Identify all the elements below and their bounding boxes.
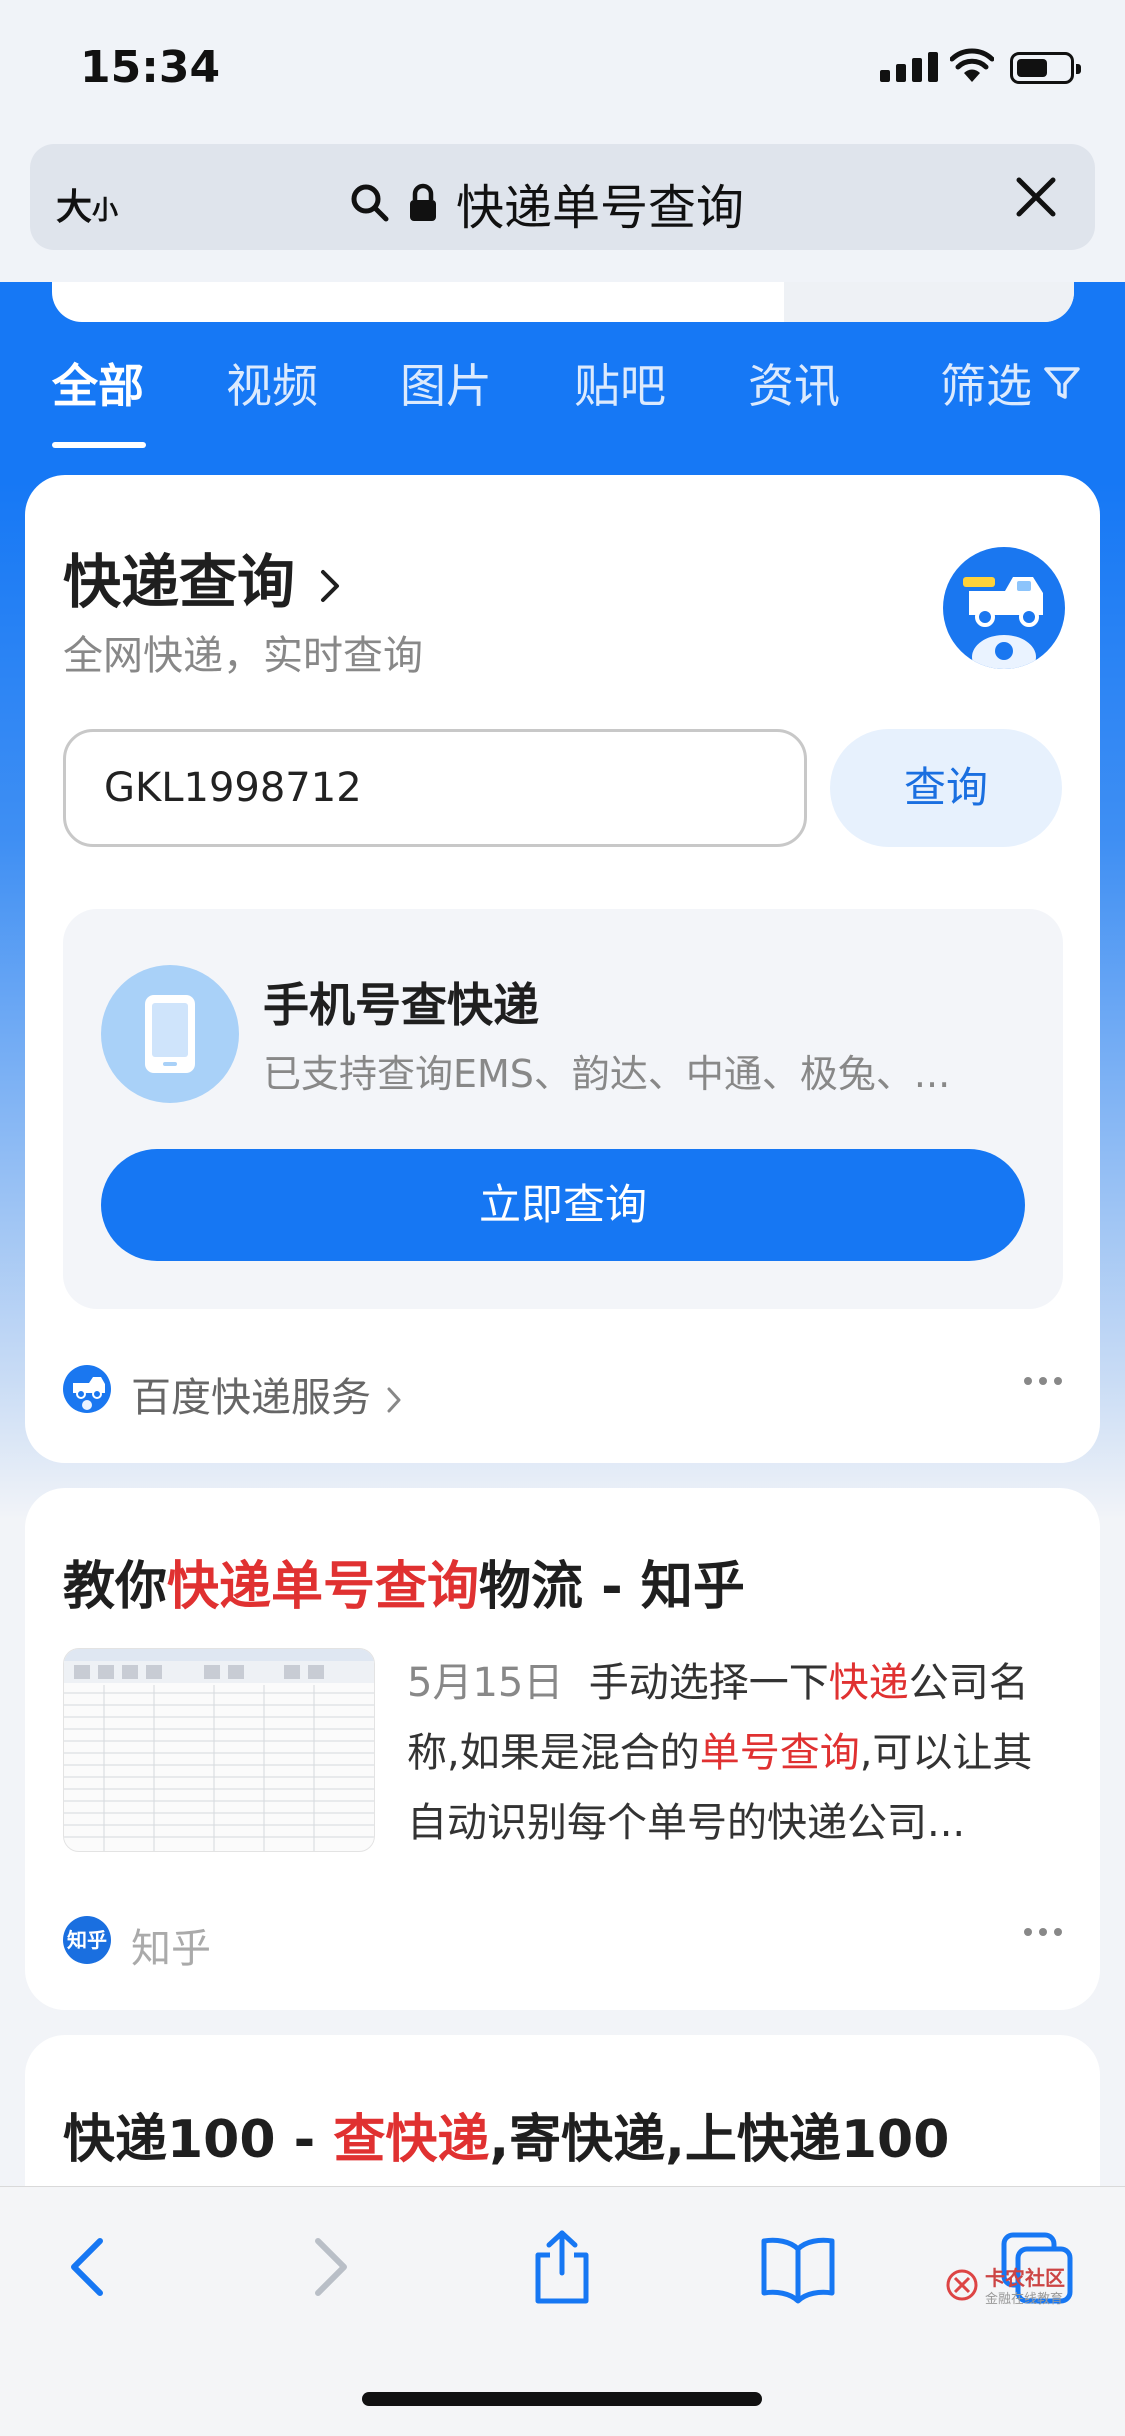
phone-query-title: 手机号查快递: [263, 978, 539, 1032]
tracking-number-input[interactable]: GKL1998712: [63, 729, 807, 847]
tab-filter[interactable]: 筛选: [940, 350, 1082, 416]
back-arrow-icon[interactable]: [48, 2227, 128, 2307]
card-title[interactable]: 快递查询: [63, 535, 345, 619]
chevron-right-icon: [321, 569, 340, 602]
cellular-signal-icon: [880, 52, 938, 82]
forward-arrow-icon[interactable]: [290, 2227, 370, 2307]
result-title[interactable]: 教你快递单号查询物流 - 知乎: [63, 1544, 745, 1619]
result-snippet: 5月15日 手动选择一下快递公司名称,如果是混合的单号查询,可以让其自动识别每个…: [407, 1660, 1033, 1846]
phone-icon: [101, 965, 239, 1103]
search-icon: [351, 184, 389, 222]
share-icon[interactable]: [522, 2227, 602, 2307]
tab-all[interactable]: 全部: [52, 350, 144, 416]
result-title[interactable]: 快递100 - 查快递,寄快递,上快递100: [63, 2097, 949, 2172]
result-source-row: 知乎 知乎: [63, 1912, 1063, 1972]
watermark-logo: 卡农社区 金融在线教育: [945, 2262, 1095, 2312]
filter-icon: [1044, 367, 1080, 399]
watermark-subtext: 金融在线教育: [985, 2292, 1064, 2307]
address-text: 快递单号查询: [456, 180, 745, 236]
search-box-edge: [52, 282, 1074, 322]
battery-icon: [1010, 52, 1081, 84]
close-icon[interactable]: [1011, 172, 1061, 222]
status-time: 15:34: [80, 42, 221, 93]
express-truck-logo: [943, 547, 1065, 669]
address-bar[interactable]: 大小 快递单号查询: [30, 144, 1095, 250]
status-bar: 15:34: [0, 0, 1125, 140]
search-tabs: 全部 视频 图片 贴吧 资讯 筛选: [0, 350, 1125, 450]
active-tab-indicator: [52, 442, 146, 448]
service-source-row: 百度快递服务: [63, 1361, 1063, 1421]
search-result-zhihu[interactable]: 教你快递单号查询物流 - 知乎 5月15日 手动选择一下快递公司名称,如果是混合…: [25, 1488, 1100, 2010]
tab-filter-label: 筛选: [940, 359, 1032, 413]
more-options-icon[interactable]: [1023, 1371, 1063, 1391]
wifi-icon: [950, 48, 994, 82]
phone-query-description: 已支持查询EMS、韵达、中通、极兔、...: [263, 1052, 951, 1096]
more-options-icon[interactable]: [1023, 1922, 1063, 1942]
bookmarks-icon[interactable]: [758, 2227, 838, 2307]
tab-video[interactable]: 视频: [226, 350, 318, 416]
lock-icon: [410, 183, 436, 221]
result-thumbnail[interactable]: [63, 1648, 375, 1852]
zhihu-logo: 知乎: [63, 1916, 111, 1964]
service-name-link[interactable]: 百度快递服务: [131, 1365, 404, 1423]
watermark-text: 卡农社区: [985, 2266, 1065, 2290]
result-source-name: 知乎: [131, 1926, 211, 1972]
text-size-button[interactable]: 大小: [56, 178, 118, 230]
browser-address-area: 大小 快递单号查询: [0, 140, 1125, 282]
express-service-logo: [63, 1365, 111, 1413]
query-now-button[interactable]: 立即查询: [101, 1149, 1025, 1261]
phone-query-section: 手机号查快递 已支持查询EMS、韵达、中通、极兔、... 立即查询: [63, 909, 1063, 1309]
chevron-right-icon: [387, 1387, 401, 1413]
query-button[interactable]: 查询: [830, 729, 1062, 847]
express-query-card: 快递查询 全网快递，实时查询 GKL1998712 查询 手机号查快递 已支持查…: [25, 475, 1100, 1463]
tab-images[interactable]: 图片: [400, 350, 492, 416]
card-subtitle: 全网快递，实时查询: [63, 633, 423, 679]
tab-news[interactable]: 资讯: [748, 350, 840, 416]
tab-tieba[interactable]: 贴吧: [574, 350, 666, 416]
home-indicator[interactable]: [362, 2392, 762, 2406]
